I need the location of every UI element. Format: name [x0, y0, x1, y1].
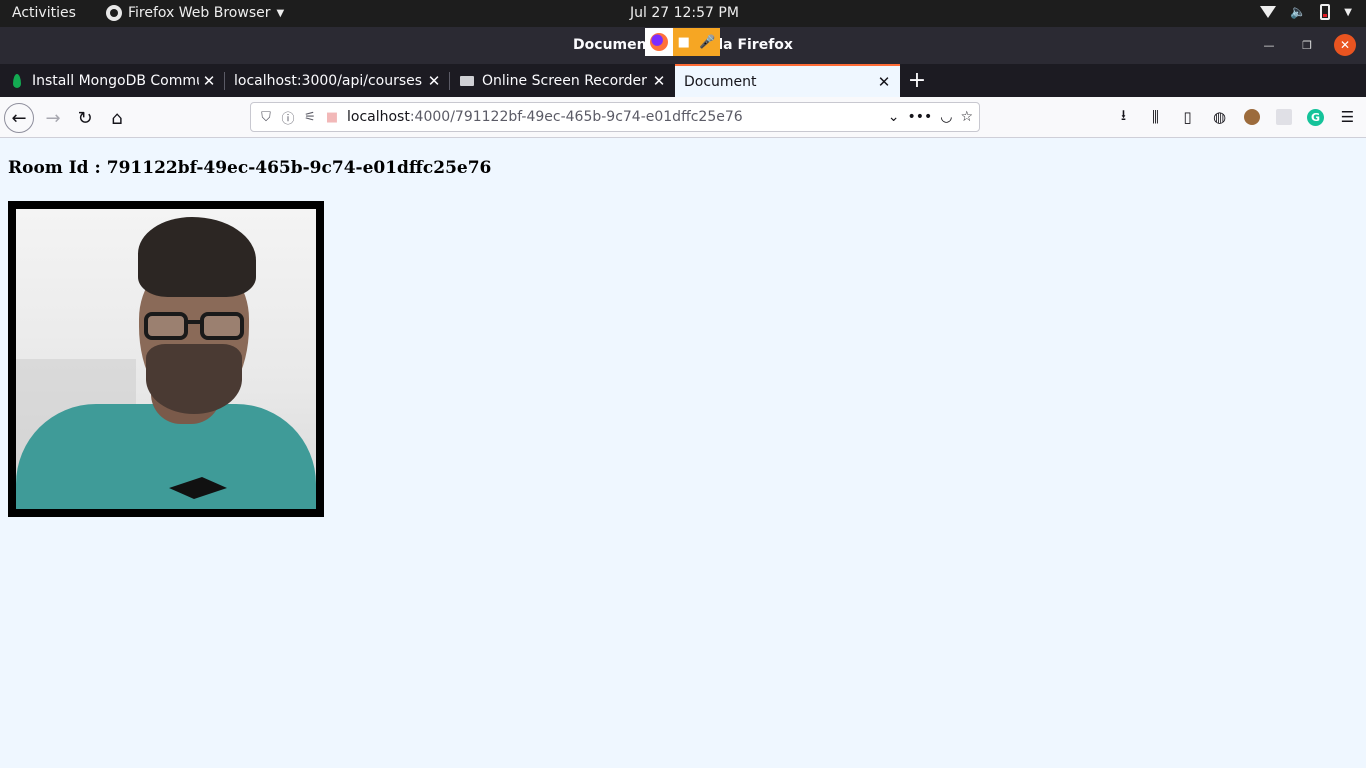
forward-button[interactable]: → [38, 103, 68, 133]
close-window-button[interactable]: ✕ [1334, 34, 1356, 56]
back-button[interactable]: ← [4, 103, 34, 133]
app-menu-label: Firefox Web Browser [128, 5, 271, 21]
activities-button[interactable]: Activities [12, 5, 76, 21]
chevron-down-icon: ▼ [1344, 6, 1352, 18]
extension-icon[interactable]: ◍ [1209, 106, 1230, 128]
navigation-bar: ← → ↻ ⌂ ⛉ ⓘ ⚟ ■ localhost :4000/791122bf… [0, 97, 1366, 138]
window-controls: — ❐ ✕ [1258, 34, 1356, 56]
mongodb-leaf-icon [13, 73, 21, 88]
tab-strip: Install MongoDB Community ✕ localhost:30… [0, 64, 1366, 97]
screen-recorder-indicator[interactable]: ■ 🎤 [645, 28, 720, 56]
url-path: :4000/791122bf-49ec-465b-9c74-e01dffc25e… [409, 109, 743, 125]
extension-placeholder-icon[interactable] [1273, 106, 1294, 128]
firefox-icon [106, 5, 122, 21]
library-icon[interactable]: ⫼ [1145, 106, 1166, 128]
tab-mongodb[interactable]: Install MongoDB Community ✕ [0, 64, 225, 97]
volume-icon: 🔈 [1290, 4, 1307, 20]
page-content: Room Id : 791122bf-49ec-465b-9c74-e01dff… [0, 138, 1366, 768]
cookie-extension-icon[interactable] [1241, 106, 1262, 128]
close-icon[interactable]: ✕ [874, 73, 894, 91]
microphone-icon: 🎤 [699, 34, 716, 50]
room-id-heading: Room Id : 791122bf-49ec-465b-9c74-e01dff… [8, 158, 491, 178]
chevron-down-icon[interactable]: ⌄ [888, 109, 900, 125]
sidebar-icon[interactable]: ▯ [1177, 106, 1198, 128]
tab-api-courses[interactable]: localhost:3000/api/courses ✕ [225, 64, 450, 97]
clock[interactable]: Jul 27 12:57 PM [630, 5, 739, 21]
close-icon[interactable]: ✕ [199, 72, 219, 90]
hamburger-menu-icon[interactable]: ☰ [1337, 106, 1358, 128]
room-id-value: 791122bf-49ec-465b-9c74-e01dffc25e76 [106, 158, 492, 178]
tab-document[interactable]: Document ✕ [675, 64, 900, 97]
bookmark-star-icon[interactable]: ☆ [960, 109, 973, 125]
tracking-shield-icon[interactable]: ⛉ [255, 110, 277, 125]
downloads-icon[interactable]: ⭳ [1113, 106, 1134, 128]
app-menu[interactable]: Firefox Web Browser ▼ [106, 5, 284, 21]
tab-screen-recorder[interactable]: Online Screen Recorder ✕ [450, 64, 675, 97]
webcam-video [16, 209, 316, 509]
home-button[interactable]: ⌂ [102, 103, 132, 133]
tab-label: Install MongoDB Community [32, 72, 199, 89]
url-host: localhost [347, 109, 410, 125]
system-top-bar: Activities Firefox Web Browser ▼ Jul 27 … [0, 0, 1366, 27]
maximize-button[interactable]: ❐ [1296, 34, 1318, 56]
wifi-icon [1260, 4, 1277, 20]
video-tile[interactable] [8, 201, 324, 517]
reload-button[interactable]: ↻ [70, 103, 100, 133]
system-tray[interactable]: 🔈 ▼ [1260, 4, 1352, 20]
close-icon[interactable]: ✕ [424, 72, 444, 90]
address-bar-actions: ⌄ ••• ◡ ☆ [888, 109, 973, 125]
tab-label: Document [684, 73, 757, 90]
camera-permission-icon[interactable]: ■ [321, 110, 343, 125]
close-icon[interactable]: ✕ [649, 72, 669, 90]
tab-label: localhost:3000/api/courses [234, 72, 423, 89]
monitor-icon [460, 75, 474, 86]
chevron-down-icon: ▼ [276, 7, 285, 19]
site-info-icon[interactable]: ⓘ [277, 108, 299, 127]
camera-icon: ■ [677, 34, 690, 50]
address-bar[interactable]: ⛉ ⓘ ⚟ ■ localhost :4000/791122bf-49ec-46… [250, 102, 980, 132]
grammarly-icon[interactable]: G [1305, 106, 1326, 128]
firefox-icon [645, 28, 673, 56]
minimize-button[interactable]: — [1258, 34, 1280, 56]
new-tab-button[interactable]: + [905, 68, 929, 93]
permissions-icon[interactable]: ⚟ [299, 110, 321, 125]
pocket-icon[interactable]: ◡ [940, 109, 952, 125]
tab-label: Online Screen Recorder [482, 72, 647, 89]
page-actions-icon[interactable]: ••• [907, 109, 932, 125]
recorder-status: ■ 🎤 [673, 28, 720, 56]
toolbar-actions: ⭳ ⫼ ▯ ◍ G ☰ [1113, 106, 1358, 128]
room-id-label: Room Id : [8, 158, 101, 178]
battery-icon [1320, 4, 1331, 20]
